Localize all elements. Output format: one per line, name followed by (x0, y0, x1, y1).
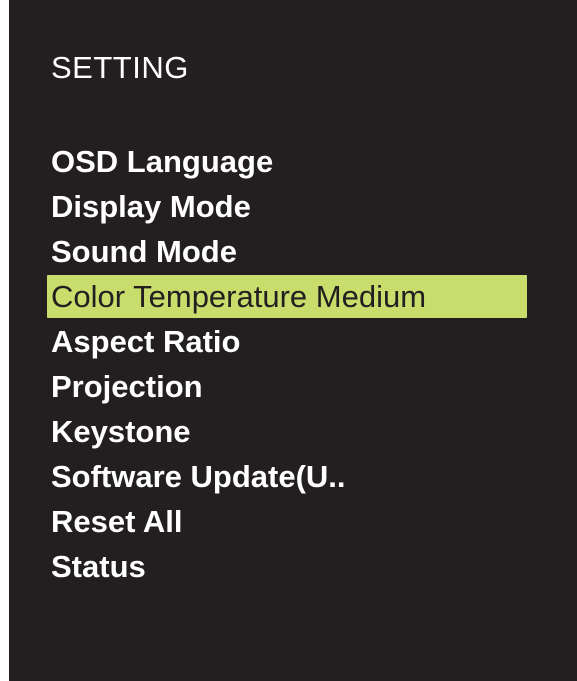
menu-title: SETTING (51, 50, 189, 85)
menu-item-keystone[interactable]: Keystone (47, 409, 527, 454)
settings-menu-list: OSD Language Display Mode Sound Mode Col… (47, 139, 527, 589)
menu-item-sound-mode[interactable]: Sound Mode (47, 229, 527, 274)
osd-menu-panel: SETTING OSD Language Display Mode Sound … (9, 0, 577, 681)
menu-item-display-mode[interactable]: Display Mode (47, 184, 527, 229)
menu-item-color-temperature[interactable]: Color Temperature Medium (47, 275, 527, 318)
menu-item-reset-all[interactable]: Reset All (47, 499, 527, 544)
menu-item-aspect-ratio[interactable]: Aspect Ratio (47, 319, 527, 364)
menu-item-projection[interactable]: Projection (47, 364, 527, 409)
menu-item-status[interactable]: Status (47, 544, 527, 589)
menu-item-osd-language[interactable]: OSD Language (47, 139, 527, 184)
menu-item-software-update[interactable]: Software Update(U.. (47, 454, 527, 499)
